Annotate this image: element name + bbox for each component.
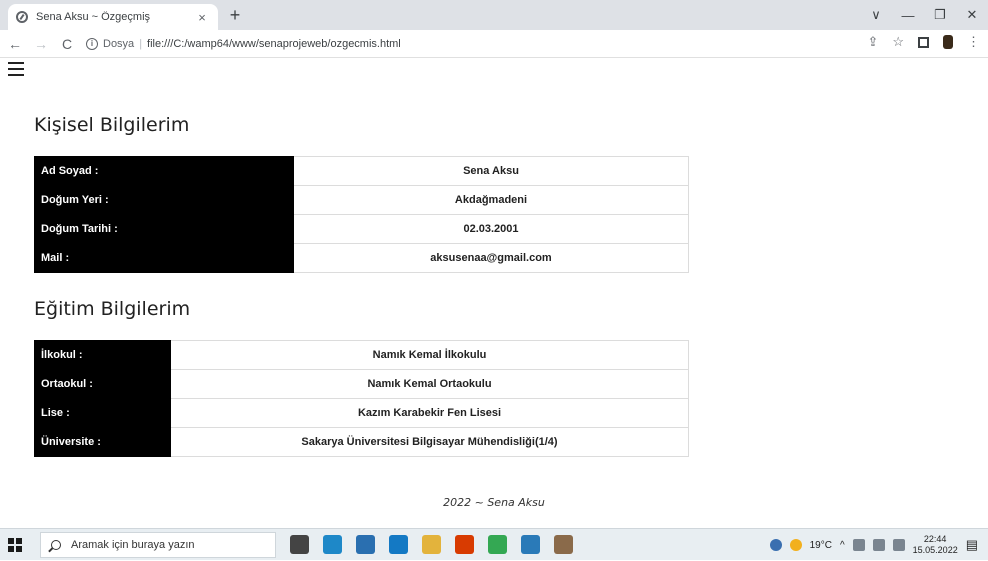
row-label: Mail : bbox=[34, 243, 294, 273]
clock-date: 15.05.2022 bbox=[912, 545, 958, 555]
mail-icon[interactable] bbox=[389, 535, 408, 554]
window-controls: ∨ — ❐ ✕ bbox=[860, 0, 988, 30]
info-icon[interactable]: i bbox=[86, 38, 98, 50]
row-label: Doğum Tarihi : bbox=[34, 214, 294, 244]
row-label: Ad Soyad : bbox=[34, 156, 294, 186]
search-placeholder: Aramak için buraya yazın bbox=[71, 539, 195, 551]
education-info-table: İlkokul : Namık Kemal İlkokulu Ortaokul … bbox=[34, 340, 689, 457]
close-tab-icon[interactable]: × bbox=[194, 10, 210, 25]
close-window-button[interactable]: ✕ bbox=[956, 7, 988, 23]
table-row: Ad Soyad : Sena Aksu bbox=[34, 156, 689, 186]
url-scheme: Dosya bbox=[103, 38, 135, 50]
row-label: Üniversite : bbox=[34, 427, 171, 457]
row-label: Ortaokul : bbox=[34, 369, 171, 399]
hamburger-menu-icon[interactable] bbox=[8, 62, 24, 80]
personal-info-table: Ad Soyad : Sena Aksu Doğum Yeri : Akdağm… bbox=[34, 156, 689, 273]
back-button[interactable]: ← bbox=[4, 36, 26, 52]
store-icon[interactable] bbox=[356, 535, 375, 554]
row-value: Sakarya Üniversitesi Bilgisayar Mühendis… bbox=[170, 427, 689, 457]
edge-icon[interactable] bbox=[323, 535, 342, 554]
keyboard-icon[interactable] bbox=[892, 539, 905, 551]
url-text[interactable]: file:///C:/wamp64/www/senaprojeweb/ozgec… bbox=[147, 38, 401, 50]
education-info-title: Eğitim Bilgilerim bbox=[34, 298, 191, 320]
app-icon[interactable] bbox=[554, 535, 573, 554]
page-content: Kişisel Bilgilerim Ad Soyad : Sena Aksu … bbox=[0, 58, 988, 528]
profile-avatar[interactable] bbox=[943, 35, 953, 49]
network-icon[interactable] bbox=[852, 539, 865, 551]
app-tray-icon[interactable] bbox=[769, 539, 782, 551]
temperature[interactable]: 19°C bbox=[810, 540, 832, 551]
share-icon[interactable]: ⇪ bbox=[867, 34, 878, 50]
browser-tab-bar: Sena Aksu ~ Özgeçmiş × + ∨ — ❐ ✕ bbox=[0, 0, 988, 30]
address-bar[interactable]: i Dosya | file:///C:/wamp64/www/senaproj… bbox=[86, 33, 846, 55]
row-label: İlkokul : bbox=[34, 340, 171, 370]
taskbar-apps bbox=[290, 535, 573, 554]
maximize-button[interactable]: ❐ bbox=[924, 7, 956, 23]
photos-icon[interactable] bbox=[521, 535, 540, 554]
table-row: Üniversite : Sakarya Üniversitesi Bilgis… bbox=[34, 427, 689, 457]
url-separator: | bbox=[139, 38, 143, 50]
row-label: Lise : bbox=[34, 398, 171, 428]
browser-toolbar: ← → C i Dosya | file:///C:/wamp64/www/se… bbox=[0, 30, 988, 58]
page-footer: 2022 ~ Sena Aksu bbox=[443, 496, 545, 509]
row-value: 02.03.2001 bbox=[293, 214, 689, 244]
table-row: Ortaokul : Namık Kemal Ortaokulu bbox=[34, 369, 689, 399]
table-row: Doğum Tarihi : 02.03.2001 bbox=[34, 214, 689, 244]
notification-icon[interactable]: ▤ bbox=[966, 537, 978, 553]
tab-search-icon[interactable]: ∨ bbox=[860, 7, 892, 23]
taskbar-search[interactable]: Aramak için buraya yazın bbox=[40, 532, 276, 558]
chrome-icon[interactable] bbox=[488, 535, 507, 554]
minimize-button[interactable]: — bbox=[892, 8, 924, 23]
tray-overflow-icon[interactable]: ^ bbox=[840, 540, 845, 551]
explorer-icon[interactable] bbox=[422, 535, 441, 554]
toolbar-actions: ⇪ ☆ ⋮ bbox=[867, 34, 980, 50]
bookmark-star-icon[interactable]: ☆ bbox=[892, 34, 904, 50]
windows-taskbar: Aramak için buraya yazın 19°C ^ 22:44 15… bbox=[0, 528, 988, 560]
weather-moon-icon[interactable] bbox=[789, 539, 802, 551]
globe-icon bbox=[16, 11, 28, 23]
system-tray: 19°C ^ 22:44 15.05.2022 ▤ bbox=[769, 529, 978, 561]
row-value: Namık Kemal İlkokulu bbox=[170, 340, 689, 370]
taskbar-clock[interactable]: 22:44 15.05.2022 bbox=[913, 534, 958, 556]
clock-time: 22:44 bbox=[923, 534, 947, 544]
personal-info-title: Kişisel Bilgilerim bbox=[34, 114, 190, 136]
volume-icon[interactable] bbox=[872, 539, 885, 551]
row-value: Namık Kemal Ortaokulu bbox=[170, 369, 689, 399]
tab-title: Sena Aksu ~ Özgeçmiş bbox=[36, 11, 151, 23]
side-panel-icon[interactable] bbox=[918, 36, 929, 48]
office-icon[interactable] bbox=[455, 535, 474, 554]
row-value: Sena Aksu bbox=[293, 156, 689, 186]
tab-active[interactable]: Sena Aksu ~ Özgeçmiş × bbox=[8, 4, 218, 30]
row-value: aksusenaa@gmail.com bbox=[293, 243, 689, 273]
row-label: Doğum Yeri : bbox=[34, 185, 294, 215]
row-value: Akdağmadeni bbox=[293, 185, 689, 215]
table-row: Doğum Yeri : Akdağmadeni bbox=[34, 185, 689, 215]
task-view-icon[interactable] bbox=[290, 535, 309, 554]
reload-button[interactable]: C bbox=[56, 36, 78, 52]
search-icon bbox=[51, 540, 61, 550]
forward-button[interactable]: → bbox=[30, 36, 52, 52]
windows-start-icon[interactable] bbox=[8, 538, 22, 552]
table-row: İlkokul : Namık Kemal İlkokulu bbox=[34, 340, 689, 370]
table-row: Lise : Kazım Karabekir Fen Lisesi bbox=[34, 398, 689, 428]
new-tab-button[interactable]: + bbox=[226, 6, 244, 24]
row-value: Kazım Karabekir Fen Lisesi bbox=[170, 398, 689, 428]
menu-dots-icon[interactable]: ⋮ bbox=[967, 34, 980, 50]
table-row: Mail : aksusenaa@gmail.com bbox=[34, 243, 689, 273]
